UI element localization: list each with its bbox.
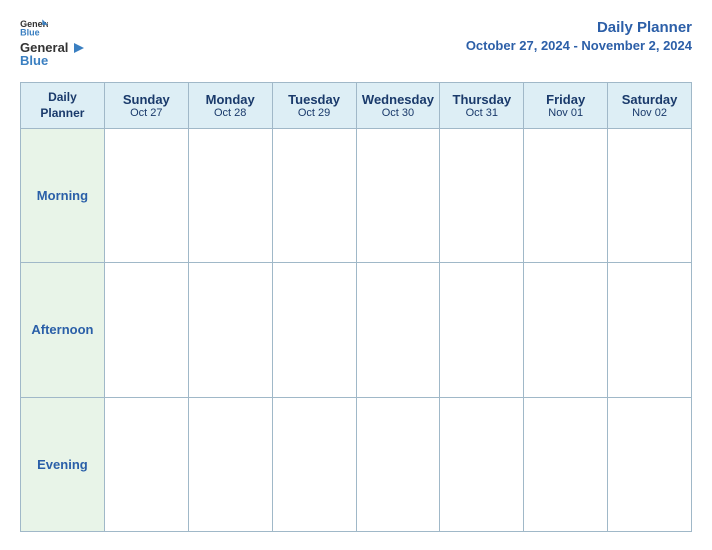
day-name-wednesday: Wednesday xyxy=(361,92,436,107)
col-header-tuesday: Tuesday Oct 29 xyxy=(272,83,356,129)
afternoon-sunday[interactable] xyxy=(104,263,188,397)
day-date-wednesday: Oct 30 xyxy=(361,107,436,119)
afternoon-wednesday[interactable] xyxy=(356,263,440,397)
day-date-friday: Nov 01 xyxy=(528,107,603,119)
morning-sunday[interactable] xyxy=(104,129,188,263)
planner-title: Daily Planner xyxy=(466,18,692,38)
evening-friday[interactable] xyxy=(524,397,608,531)
morning-saturday[interactable] xyxy=(608,129,692,263)
day-name-friday: Friday xyxy=(528,92,603,107)
logo-triangle-icon xyxy=(70,43,84,53)
header-row: DailyPlanner Sunday Oct 27 Monday Oct 28… xyxy=(21,83,692,129)
day-date-monday: Oct 28 xyxy=(193,107,268,119)
afternoon-thursday[interactable] xyxy=(440,263,524,397)
day-name-monday: Monday xyxy=(193,92,268,107)
corner-header: DailyPlanner xyxy=(21,83,105,129)
day-date-thursday: Oct 31 xyxy=(444,107,519,119)
afternoon-saturday[interactable] xyxy=(608,263,692,397)
calendar-table: DailyPlanner Sunday Oct 27 Monday Oct 28… xyxy=(20,82,692,532)
day-name-saturday: Saturday xyxy=(612,92,687,107)
evening-saturday[interactable] xyxy=(608,397,692,531)
morning-row: Morning xyxy=(21,129,692,263)
morning-label: Morning xyxy=(21,129,105,263)
evening-wednesday[interactable] xyxy=(356,397,440,531)
date-range: October 27, 2024 - November 2, 2024 xyxy=(466,38,692,53)
corner-label: DailyPlanner xyxy=(40,90,84,120)
page-header: General Blue General Blue Daily Planner … xyxy=(20,18,692,68)
col-header-sunday: Sunday Oct 27 xyxy=(104,83,188,129)
col-header-monday: Monday Oct 28 xyxy=(188,83,272,129)
logo-blue: Blue xyxy=(20,53,48,68)
day-date-tuesday: Oct 29 xyxy=(277,107,352,119)
morning-thursday[interactable] xyxy=(440,129,524,263)
afternoon-tuesday[interactable] xyxy=(272,263,356,397)
day-name-tuesday: Tuesday xyxy=(277,92,352,107)
day-date-sunday: Oct 27 xyxy=(109,107,184,119)
morning-tuesday[interactable] xyxy=(272,129,356,263)
morning-wednesday[interactable] xyxy=(356,129,440,263)
evening-label: Evening xyxy=(21,397,105,531)
col-header-thursday: Thursday Oct 31 xyxy=(440,83,524,129)
day-name-sunday: Sunday xyxy=(109,92,184,107)
evening-row: Evening xyxy=(21,397,692,531)
col-header-saturday: Saturday Nov 02 xyxy=(608,83,692,129)
evening-sunday[interactable] xyxy=(104,397,188,531)
logo-area: General Blue General Blue xyxy=(20,18,84,68)
evening-monday[interactable] xyxy=(188,397,272,531)
afternoon-row: Afternoon xyxy=(21,263,692,397)
col-header-wednesday: Wednesday Oct 30 xyxy=(356,83,440,129)
col-header-friday: Friday Nov 01 xyxy=(524,83,608,129)
evening-thursday[interactable] xyxy=(440,397,524,531)
svg-text:Blue: Blue xyxy=(20,27,40,36)
title-area: Daily Planner October 27, 2024 - Novembe… xyxy=(466,18,692,53)
day-name-thursday: Thursday xyxy=(444,92,519,107)
day-date-saturday: Nov 02 xyxy=(612,107,687,119)
morning-friday[interactable] xyxy=(524,129,608,263)
afternoon-label: Afternoon xyxy=(21,263,105,397)
morning-monday[interactable] xyxy=(188,129,272,263)
logo-icon: General Blue xyxy=(20,18,48,36)
afternoon-friday[interactable] xyxy=(524,263,608,397)
afternoon-monday[interactable] xyxy=(188,263,272,397)
evening-tuesday[interactable] xyxy=(272,397,356,531)
